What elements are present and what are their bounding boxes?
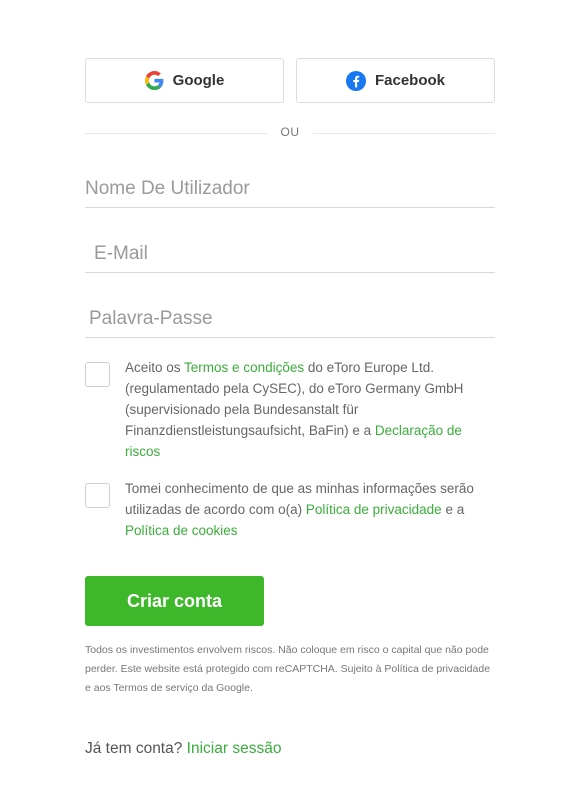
email-field <box>85 225 495 273</box>
facebook-signup-button[interactable]: Facebook <box>296 58 495 103</box>
privacy-text-mid: e a <box>441 502 465 517</box>
facebook-icon <box>345 70 366 91</box>
terms-text-pre: Aceito os <box>125 360 185 375</box>
privacy-text: Tomei conhecimento de que as minhas info… <box>125 478 495 541</box>
username-input[interactable] <box>85 160 495 207</box>
privacy-consent-row: Tomei conhecimento de que as minhas info… <box>85 478 495 541</box>
terms-text: Aceito os Termos e condições do eToro Eu… <box>125 357 495 462</box>
privacy-policy-link[interactable]: Política de privacidade <box>306 502 442 517</box>
username-field <box>85 160 495 208</box>
create-account-button[interactable]: Criar conta <box>85 576 264 626</box>
or-divider: OU <box>85 124 495 142</box>
login-prompt: Já tem conta? Iniciar sessão <box>85 740 281 758</box>
terms-consent-row: Aceito os Termos e condições do eToro Eu… <box>85 357 495 462</box>
signup-form: Google Facebook OU Aceito os Termos e co… <box>0 0 570 810</box>
email-input[interactable] <box>85 225 495 272</box>
divider-text: OU <box>280 125 300 139</box>
facebook-button-label: Facebook <box>374 72 446 89</box>
terms-checkbox[interactable] <box>85 362 110 387</box>
password-input[interactable] <box>85 290 495 337</box>
terms-conditions-link[interactable]: Termos e condições <box>184 360 304 375</box>
google-icon <box>144 71 164 90</box>
login-question: Já tem conta? <box>85 740 187 757</box>
password-field <box>85 290 495 338</box>
privacy-checkbox[interactable] <box>85 483 110 508</box>
google-signup-button[interactable]: Google <box>85 58 284 103</box>
risk-disclaimer: Todos os investimentos envolvem riscos. … <box>85 644 491 694</box>
divider-line-right <box>313 133 495 134</box>
cookie-policy-link[interactable]: Política de cookies <box>125 523 238 538</box>
google-button-label: Google <box>172 72 225 89</box>
login-link[interactable]: Iniciar sessão <box>187 740 282 757</box>
